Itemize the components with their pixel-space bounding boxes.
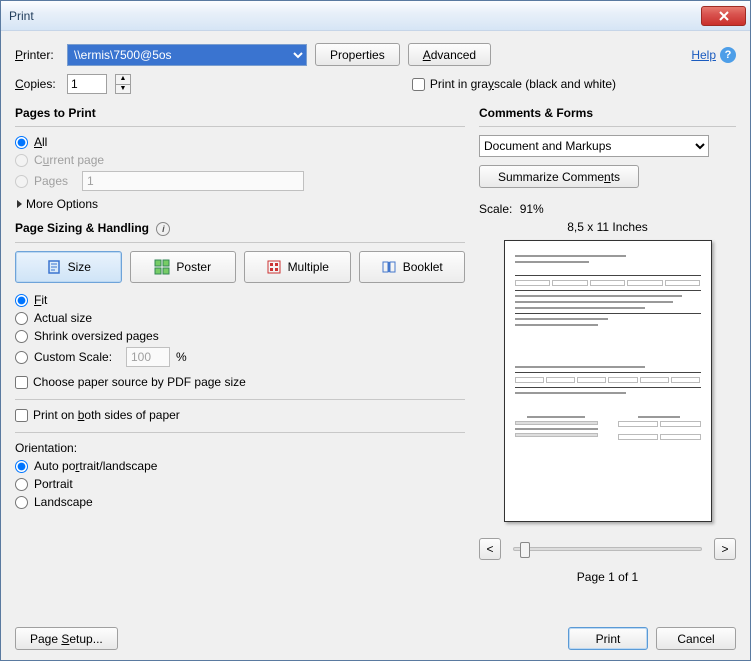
mode-multiple-button[interactable]: Multiple — [244, 251, 351, 283]
shrink-radio[interactable] — [15, 330, 28, 343]
scale-value: 91% — [520, 202, 544, 216]
window-title: Print — [9, 9, 701, 23]
pages-current-radio — [15, 154, 28, 167]
choose-paper-source-label: Choose paper source by PDF page size — [33, 375, 246, 389]
comments-forms-title: Comments & Forms — [479, 106, 736, 120]
print-preview — [504, 240, 712, 522]
actual-size-radio[interactable] — [15, 312, 28, 325]
mode-size-button[interactable]: Size — [15, 251, 122, 283]
copies-spinner[interactable]: ▲ ▼ — [115, 74, 131, 94]
help-label: Help — [691, 48, 716, 62]
print-dialog: Print Help ? Printer: \\ermis\7500@5os P… — [0, 0, 751, 661]
close-icon — [719, 11, 729, 21]
cancel-button[interactable]: Cancel — [656, 627, 736, 650]
mode-poster-button[interactable]: Poster — [130, 251, 237, 283]
mode-booklet-button[interactable]: Booklet — [359, 251, 466, 283]
size-icon — [46, 259, 62, 275]
orientation-landscape-label: Landscape — [34, 495, 93, 509]
grayscale-label: Print in grayscale (black and white) — [430, 77, 616, 91]
page-indicator: Page 1 of 1 — [479, 570, 736, 584]
pages-range-label: Pages — [34, 174, 76, 188]
page-setup-button[interactable]: Page Setup... — [15, 627, 118, 650]
sizing-title: Page Sizing & Handling i — [15, 221, 465, 236]
scale-label: Scale: — [479, 202, 512, 216]
help-link[interactable]: Help ? — [691, 47, 736, 63]
summarize-comments-button[interactable]: Summarize Comments — [479, 165, 639, 188]
printer-label: Printer: — [15, 48, 59, 62]
titlebar: Print — [1, 1, 750, 31]
pages-all-radio[interactable] — [15, 136, 28, 149]
orientation-portrait-radio[interactable] — [15, 478, 28, 491]
orientation-label: Orientation: — [15, 441, 465, 455]
orientation-auto-label: Auto portrait/landscape — [34, 459, 157, 473]
slider-thumb[interactable] — [520, 542, 530, 558]
more-options-toggle[interactable]: More Options — [17, 197, 465, 211]
custom-scale-label: Custom Scale: — [34, 350, 120, 364]
preview-dimensions: 8,5 x 11 Inches — [479, 220, 736, 234]
pages-range-radio — [15, 175, 28, 188]
help-icon: ? — [720, 47, 736, 63]
fit-radio[interactable] — [15, 294, 28, 307]
pages-to-print-title: Pages to Print — [15, 106, 465, 120]
spinner-up-icon[interactable]: ▲ — [115, 74, 131, 84]
orientation-auto-radio[interactable] — [15, 460, 28, 473]
orientation-portrait-label: Portrait — [34, 477, 73, 491]
pages-all-label: All — [34, 135, 47, 149]
copies-input[interactable] — [67, 74, 107, 94]
actual-size-label: Actual size — [34, 311, 92, 325]
more-options-label: More Options — [26, 197, 98, 211]
pages-range-input — [82, 171, 304, 191]
info-icon[interactable]: i — [156, 222, 170, 236]
percent-label: % — [176, 350, 187, 364]
custom-scale-input — [126, 347, 170, 367]
pages-current-label: Current page — [34, 153, 104, 167]
advanced-button[interactable]: Advanced — [408, 43, 491, 66]
spinner-down-icon[interactable]: ▼ — [115, 84, 131, 95]
close-button[interactable] — [701, 6, 746, 26]
grayscale-checkbox[interactable] — [412, 78, 425, 91]
printer-select[interactable]: \\ermis\7500@5os — [67, 44, 307, 66]
fit-label: Fit — [34, 293, 47, 307]
orientation-landscape-radio[interactable] — [15, 496, 28, 509]
booklet-icon — [381, 259, 397, 275]
preview-next-button[interactable]: > — [714, 538, 736, 560]
copies-label: Copies: — [15, 77, 59, 91]
chevron-right-icon — [17, 200, 22, 208]
custom-scale-radio[interactable] — [15, 351, 28, 364]
shrink-label: Shrink oversized pages — [34, 329, 159, 343]
preview-slider[interactable] — [513, 547, 702, 551]
print-button[interactable]: Print — [568, 627, 648, 650]
multiple-icon — [266, 259, 282, 275]
choose-paper-source-checkbox[interactable] — [15, 376, 28, 389]
both-sides-label: Print on both sides of paper — [33, 408, 180, 422]
preview-prev-button[interactable]: < — [479, 538, 501, 560]
comments-forms-select[interactable]: Document and Markups — [479, 135, 709, 157]
poster-icon — [154, 259, 170, 275]
both-sides-checkbox[interactable] — [15, 409, 28, 422]
properties-button[interactable]: Properties — [315, 43, 400, 66]
